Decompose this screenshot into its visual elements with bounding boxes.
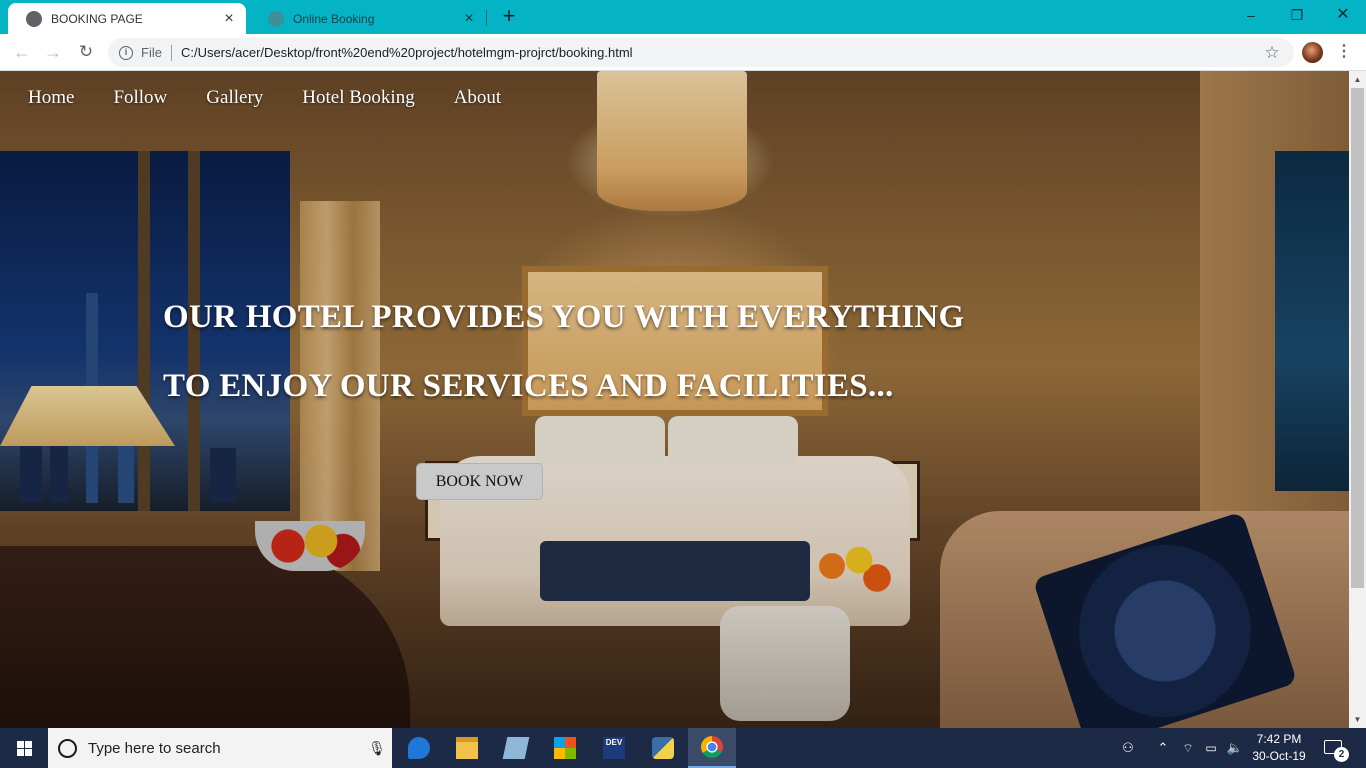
store-logo xyxy=(554,737,576,759)
notes-logo xyxy=(502,737,530,759)
taskbar-clock[interactable]: 7:42 PM 30-Oct-19 xyxy=(1246,731,1312,767)
start-logo-square xyxy=(25,749,32,756)
start-logo-square xyxy=(17,741,24,748)
windows-start-icon[interactable] xyxy=(0,728,48,768)
book-now-button[interactable]: BOOK NOW xyxy=(416,463,543,500)
notification-count: 2 xyxy=(1334,747,1349,762)
people-icon[interactable]: ⚇ xyxy=(1116,728,1140,768)
tab-title: Online Booking xyxy=(293,11,375,26)
tab-close-icon[interactable]: × xyxy=(222,10,236,26)
chrome-icon[interactable] xyxy=(688,728,736,768)
info-icon[interactable]: i xyxy=(119,45,133,60)
taskbar-search-input[interactable]: Type here to search 🎙 xyxy=(48,728,392,768)
new-tab-button[interactable]: + xyxy=(498,5,520,29)
microphone-icon[interactable]: 🎙 xyxy=(362,740,392,757)
python-idle-icon[interactable] xyxy=(639,728,687,768)
globe-icon xyxy=(268,10,284,27)
page-scrollbar[interactable]: ▲ ▼ xyxy=(1349,71,1366,728)
file-explorer-icon[interactable] xyxy=(443,728,491,768)
notes-icon[interactable] xyxy=(492,728,540,768)
globe-icon xyxy=(26,10,42,27)
nav-gallery[interactable]: Gallery xyxy=(206,87,263,113)
scroll-down-arrow-icon[interactable]: ▼ xyxy=(1349,711,1366,728)
tab-online-booking[interactable]: Online Booking × xyxy=(250,3,486,34)
close-window-button[interactable]: ✕ xyxy=(1320,0,1366,30)
clock-time: 7:42 PM xyxy=(1256,732,1302,746)
bookmark-star-icon[interactable]: ☆ xyxy=(1262,43,1282,63)
chrome-logo xyxy=(701,736,723,758)
wifi-icon[interactable]: ⌔ xyxy=(1178,728,1198,768)
tab-close-icon[interactable]: × xyxy=(462,10,476,26)
scrollbar-thumb[interactable] xyxy=(1351,88,1364,588)
hero-headline-line2: TO ENJOY OUR SERVICES AND FACILITIES... xyxy=(163,368,894,404)
menu-kebab-icon[interactable]: ⋮ xyxy=(1336,41,1352,63)
action-center-icon[interactable]: 2 xyxy=(1318,736,1352,762)
clock-date: 30-Oct-19 xyxy=(1252,749,1306,763)
minimize-button[interactable]: – xyxy=(1228,0,1274,30)
dev-cpp-icon[interactable]: DEV xyxy=(590,728,638,768)
tab-title: BOOKING PAGE xyxy=(51,11,143,26)
hero-headline-line1: OUR HOTEL PROVIDES YOU WITH EVERYTHING xyxy=(163,299,965,335)
start-logo-square xyxy=(25,741,32,748)
browser-toolbar: ← → ↻ i File C:/Users/acer/Desktop/front… xyxy=(0,34,1366,71)
nav-about[interactable]: About xyxy=(454,87,502,113)
folder-logo xyxy=(456,737,478,759)
cortana-icon xyxy=(58,738,77,758)
store-icon[interactable] xyxy=(541,728,589,768)
tab-divider xyxy=(486,10,487,26)
back-arrow-icon[interactable]: ← xyxy=(11,41,33,63)
python-logo xyxy=(652,737,674,759)
battery-icon[interactable]: ▭ xyxy=(1200,728,1222,768)
volume-icon[interactable]: 🔈 xyxy=(1224,728,1246,768)
forward-arrow-icon[interactable]: → xyxy=(42,41,64,63)
url-text[interactable]: C:/Users/acer/Desktop/front%20end%20proj… xyxy=(181,45,1262,60)
site-nav: Home Follow Gallery Hotel Booking About xyxy=(0,87,512,113)
edge-icon[interactable] xyxy=(395,728,443,768)
scheme-label: File xyxy=(141,45,162,60)
scroll-up-arrow-icon[interactable]: ▲ xyxy=(1349,71,1366,88)
browser-tabstrip: BOOKING PAGE × Online Booking × + – ❐ ✕ xyxy=(0,0,1366,34)
nav-hotel-booking[interactable]: Hotel Booking xyxy=(302,87,414,113)
address-bar[interactable]: i File C:/Users/acer/Desktop/front%20end… xyxy=(108,38,1294,67)
tab-booking-page[interactable]: BOOKING PAGE × xyxy=(8,3,246,34)
windows-taskbar: Type here to search 🎙 DEV ⚇ ⌃ ⌔ ▭ 🔈 7:42… xyxy=(0,728,1366,768)
reload-icon[interactable]: ↻ xyxy=(75,41,97,63)
search-placeholder: Type here to search xyxy=(88,739,221,757)
omnibox-divider xyxy=(170,44,172,61)
nav-home[interactable]: Home xyxy=(28,87,74,113)
chevron-up-icon[interactable]: ⌃ xyxy=(1153,728,1173,768)
dev-logo: DEV xyxy=(603,737,625,759)
edge-logo xyxy=(408,737,430,759)
page-viewport: Home Follow Gallery Hotel Booking About … xyxy=(0,71,1349,728)
start-logo-square xyxy=(17,749,24,756)
nav-follow[interactable]: Follow xyxy=(113,87,167,113)
profile-avatar[interactable] xyxy=(1302,42,1323,63)
maximize-button[interactable]: ❐ xyxy=(1274,0,1320,30)
